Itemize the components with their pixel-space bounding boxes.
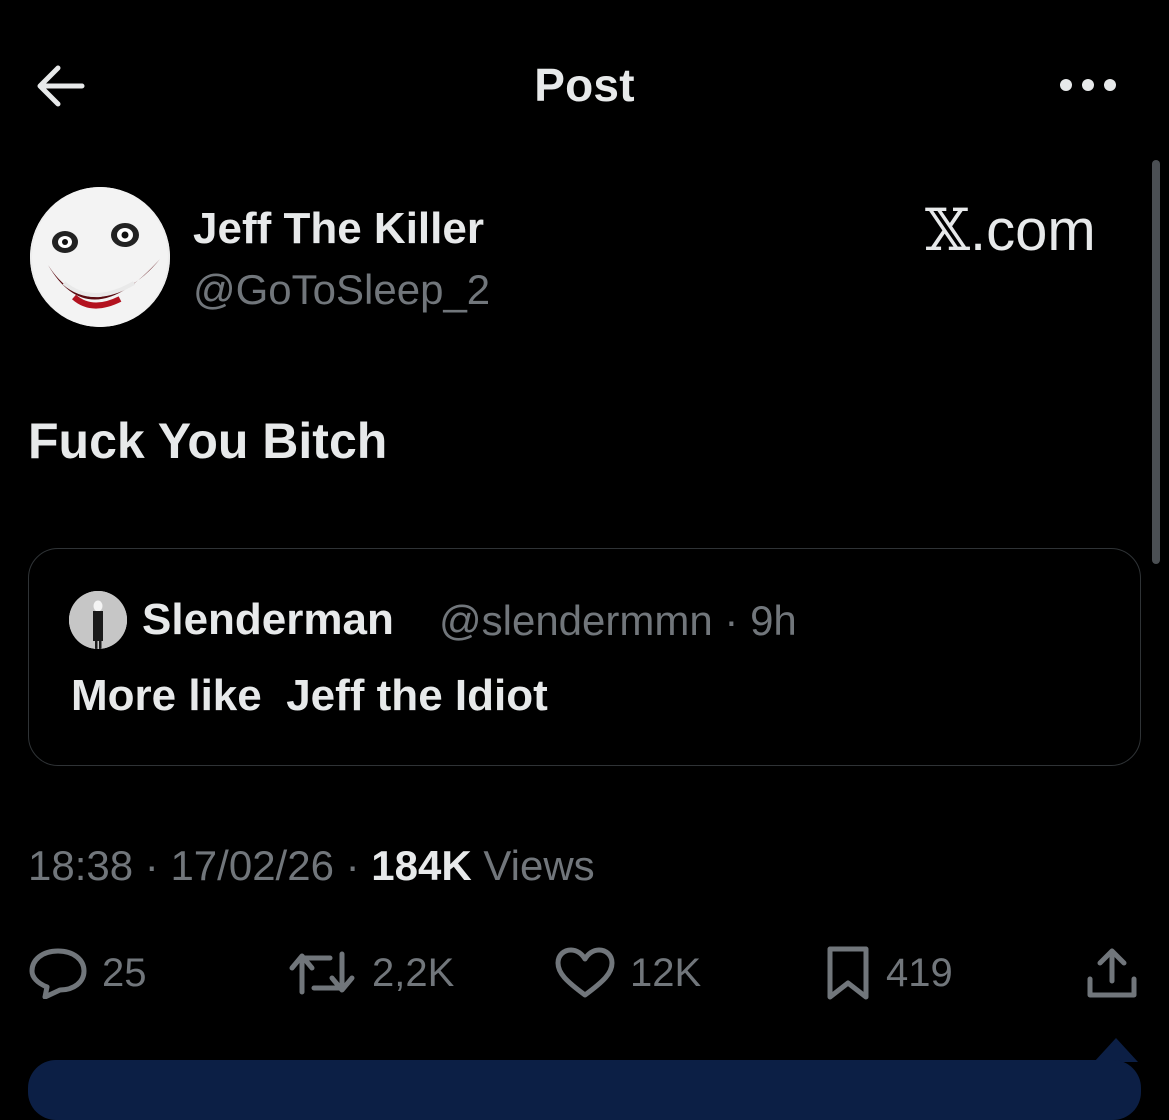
quoted-author-meta: @slendermmn · 9h bbox=[439, 597, 797, 645]
author-display-name[interactable]: Jeff The Killer bbox=[193, 204, 484, 254]
heart-icon bbox=[555, 947, 615, 998]
more-dots-icon bbox=[1060, 79, 1116, 91]
share-button[interactable] bbox=[1084, 940, 1140, 1006]
bookmark-button[interactable]: 419 bbox=[824, 940, 953, 1006]
post-date[interactable]: 17/02/26 bbox=[170, 842, 334, 889]
reply-bubble-icon bbox=[29, 948, 87, 999]
repost-count: 2,2K bbox=[372, 950, 455, 995]
slenderman-avatar-image bbox=[69, 591, 127, 649]
bookmark-count: 419 bbox=[886, 950, 953, 995]
repost-icon bbox=[289, 951, 355, 995]
quoted-author-handle: @slendermmn bbox=[439, 597, 713, 644]
quoted-post-text: More like Jeff the Idiot bbox=[71, 671, 548, 720]
repost-button[interactable]: 2,2K bbox=[286, 940, 454, 1006]
meta-separator: · bbox=[345, 842, 360, 889]
quoted-post-card[interactable]: Slenderman @slendermmn · 9h More like Je… bbox=[28, 548, 1141, 766]
x-watermark: 𝕏.com bbox=[925, 196, 1096, 264]
meta-separator: · bbox=[144, 842, 159, 889]
post-meta-row: 18:38 · 17/02/26 · 184K Views bbox=[28, 842, 595, 890]
more-options-button[interactable] bbox=[1052, 62, 1124, 108]
post-text: Fuck You Bitch bbox=[28, 413, 388, 469]
author-avatar[interactable] bbox=[30, 187, 170, 327]
share-icon bbox=[1087, 948, 1137, 998]
quoted-author-name: Slenderman bbox=[142, 595, 394, 644]
like-count: 12K bbox=[630, 950, 702, 995]
views-count[interactable]: 184K bbox=[371, 842, 471, 889]
views-label[interactable]: Views bbox=[483, 842, 594, 889]
reply-button[interactable]: 25 bbox=[28, 940, 147, 1006]
page-title: Post bbox=[534, 59, 635, 111]
quoted-post-age: 9h bbox=[750, 597, 797, 644]
watermark-domain: .com bbox=[970, 198, 1096, 263]
author-handle[interactable]: @GoToSleep_2 bbox=[193, 266, 490, 314]
like-button[interactable]: 12K bbox=[554, 940, 701, 1006]
post-time[interactable]: 18:38 bbox=[28, 842, 133, 889]
reply-count: 25 bbox=[102, 950, 147, 995]
scrollbar[interactable] bbox=[1152, 160, 1160, 564]
quoted-separator: · bbox=[724, 597, 739, 644]
creepy-face-avatar-image bbox=[30, 187, 170, 327]
x-logo: 𝕏 bbox=[925, 196, 971, 264]
bottom-reply-bar[interactable] bbox=[28, 1060, 1141, 1120]
bottom-bar-notch bbox=[1094, 1038, 1138, 1062]
bookmark-icon bbox=[827, 946, 869, 1000]
quoted-author-avatar bbox=[69, 591, 127, 649]
